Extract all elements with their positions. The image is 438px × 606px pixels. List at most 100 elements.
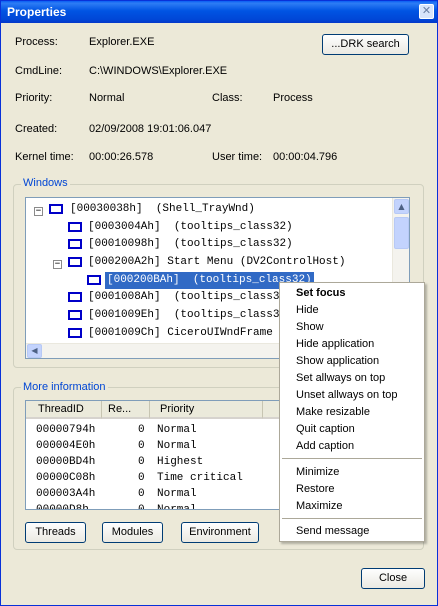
cell-priority: Time critical (157, 472, 243, 484)
scroll-arrow-icon[interactable]: ◀ (27, 344, 42, 358)
tree-item-handle: [0001009Eh] (88, 309, 161, 321)
cell-priority: Normal (157, 424, 197, 436)
tree-item[interactable]: [0001009Ch] CiceroUIWndFrame (88, 325, 273, 342)
column-header-label: Re... (108, 403, 132, 415)
tree-item[interactable]: [0001009Eh] (tooltips_class32) (88, 307, 293, 324)
menu-item-minimize[interactable]: Minimize (296, 466, 339, 478)
modules-button[interactable]: Modules (102, 522, 163, 543)
window-icon (68, 222, 82, 232)
drk-search-button[interactable]: ...DRK search (322, 34, 409, 55)
cmdline-label: CmdLine: (15, 65, 63, 77)
cell-thread-id: 00000BD4h (36, 456, 96, 468)
tree-item[interactable]: [00030038h] (Shell_TrayWnd) (70, 201, 255, 218)
menu-separator (282, 518, 422, 519)
column-header-threadid[interactable]: ThreadID (26, 401, 102, 419)
cell-re: 0 (138, 424, 145, 436)
column-header-priority[interactable]: Priority (150, 401, 263, 419)
windows-legend: Windows (21, 177, 70, 189)
menu-item-set-always-on-top[interactable]: Set allways on top (296, 372, 385, 384)
environment-button[interactable]: Environment (181, 522, 259, 543)
user-time-label: User time: (212, 151, 263, 163)
threads-button[interactable]: Threads (25, 522, 86, 543)
menu-item-make-resizable[interactable]: Make resizable (296, 406, 370, 418)
menu-item-quit-caption[interactable]: Quit caption (296, 423, 355, 435)
window-icon (68, 257, 82, 267)
cell-priority: Normal (157, 440, 197, 452)
class-value: Process (273, 92, 313, 104)
column-header-re[interactable]: Re... (102, 401, 150, 419)
tree-item-class: (tooltips_class32) (173, 309, 293, 321)
priority-value: Normal (89, 92, 125, 104)
priority-label: Priority: (15, 92, 53, 104)
title-bar[interactable]: Properties ✕ (1, 1, 437, 23)
cell-re: 0 (138, 504, 145, 510)
cell-thread-id: 000003A4h (36, 488, 96, 500)
expand-icon[interactable]: − (34, 207, 43, 216)
class-label: Class: (212, 92, 243, 104)
menu-item-hide[interactable]: Hide (296, 304, 319, 316)
tree-item[interactable]: [00010098h] (tooltips_class32) (88, 236, 293, 253)
tree-item-handle: [0001009Ch] (88, 327, 161, 339)
cell-thread-id: 000004E0h (36, 440, 96, 452)
cmdline-value: C:\WINDOWS\Explorer.EXE (89, 65, 228, 77)
tree-item-class: (tooltips_class32) (173, 238, 293, 250)
tree-item-handle: [0001008Ah] (88, 291, 161, 303)
kernel-time-label: Kernel time: (15, 151, 74, 163)
menu-item-unset-always-on-top[interactable]: Unset allways on top (296, 389, 398, 401)
tree-item-handle: [000200A2h] (88, 256, 161, 268)
close-icon[interactable]: ✕ (419, 4, 434, 19)
properties-window: Properties ✕ Process: Explorer.EXE ...DR… (0, 0, 438, 606)
menu-item-hide-application[interactable]: Hide application (296, 338, 374, 350)
process-value: Explorer.EXE (89, 36, 155, 48)
cell-re: 0 (138, 440, 145, 452)
expand-icon[interactable]: − (53, 260, 62, 269)
process-label: Process: (15, 36, 58, 48)
tree-item-class: (tooltips_class32) (173, 221, 293, 233)
column-header-label: Priority (160, 403, 195, 415)
tree-item-handle: [000200BAh] (107, 274, 180, 286)
window-icon (68, 239, 82, 249)
window-title: Properties (7, 5, 67, 19)
tree-item-handle: [00030038h] (70, 203, 143, 215)
tree-item[interactable]: [000200A2h] Start Menu (DV2ControlHost) (88, 254, 345, 271)
cell-thread-id: 00000D8h (36, 504, 89, 510)
menu-item-add-caption[interactable]: Add caption (296, 440, 354, 452)
created-value: 02/09/2008 19:01:06.047 (89, 123, 212, 135)
cell-priority: Normal (157, 488, 197, 500)
window-icon (68, 310, 82, 320)
kernel-time-value: 00:00:26.578 (89, 151, 154, 163)
context-menu: Set focus Hide Show Hide application Sho… (279, 282, 425, 542)
tree-item-handle: [00010098h] (88, 238, 161, 250)
column-header-label: ThreadID (38, 403, 84, 415)
menu-separator (282, 458, 422, 459)
cell-re: 0 (138, 488, 145, 500)
cell-thread-id: 00000794h (36, 424, 96, 436)
tree-item-handle: [0003004Ah] (88, 221, 161, 233)
tree-item[interactable]: [0003004Ah] (tooltips_class32) (88, 219, 293, 236)
cell-re: 0 (138, 456, 145, 468)
user-time-value: 00:00:04.796 (273, 151, 338, 163)
menu-item-send-message[interactable]: Send message (296, 525, 369, 537)
window-icon (68, 292, 82, 302)
tree-item-class: CiceroUIWndFrame (167, 327, 273, 339)
scroll-thumb[interactable] (394, 217, 409, 249)
window-icon (68, 328, 82, 338)
menu-item-show-application[interactable]: Show application (296, 355, 379, 367)
cell-re: 0 (138, 472, 145, 484)
cell-priority: Normal (157, 504, 197, 510)
tree-item[interactable]: [0001008Ah] (tooltips_class32) (88, 289, 293, 306)
scroll-arrow-icon[interactable]: ▲ (394, 199, 409, 214)
created-label: Created: (15, 123, 58, 135)
cell-priority: Highest (157, 456, 204, 468)
menu-item-show[interactable]: Show (296, 321, 324, 333)
window-icon (87, 275, 101, 285)
cell-thread-id: 00000C08h (36, 472, 96, 484)
menu-item-set-focus[interactable]: Set focus (296, 287, 346, 299)
tree-item-class: Start Menu (DV2ControlHost) (167, 256, 346, 268)
more-information-legend: More information (21, 381, 108, 393)
menu-item-maximize[interactable]: Maximize (296, 500, 342, 512)
window-icon (49, 204, 63, 214)
close-button[interactable]: Close (361, 568, 425, 589)
tree-item-class: (Shell_TrayWnd) (155, 203, 255, 215)
menu-item-restore[interactable]: Restore (296, 483, 335, 495)
